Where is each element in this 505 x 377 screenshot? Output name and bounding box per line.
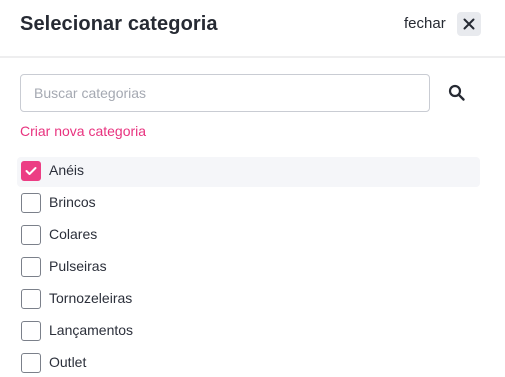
category-checkbox[interactable] (21, 161, 41, 181)
category-item-aneis[interactable]: Anéis (0, 155, 505, 187)
category-checkbox[interactable] (21, 289, 41, 309)
category-item-brincos[interactable]: Brincos (0, 187, 505, 219)
category-select-modal: Selecionar categoria fechar Criar nova c… (0, 0, 505, 377)
category-item-lancamentos[interactable]: Lançamentos (0, 315, 505, 347)
modal-title: Selecionar categoria (20, 13, 218, 35)
category-label: Lançamentos (49, 322, 134, 338)
category-label: Colares (49, 226, 98, 242)
category-checkbox[interactable] (21, 353, 41, 373)
modal-header: Selecionar categoria fechar (0, 0, 505, 58)
close-button[interactable] (457, 12, 481, 36)
search-icon (448, 84, 465, 101)
category-item-pulseiras[interactable]: Pulseiras (0, 251, 505, 283)
category-item-tornozeleiras[interactable]: Tornozeleiras (0, 283, 505, 315)
category-label: Brincos (49, 194, 96, 210)
check-icon (25, 167, 37, 175)
search-button[interactable] (446, 82, 468, 104)
category-checkbox[interactable] (21, 257, 41, 277)
search-input[interactable] (20, 74, 430, 112)
category-label: Pulseiras (49, 258, 107, 274)
category-label: Anéis (49, 162, 85, 178)
category-label: Tornozeleiras (49, 290, 133, 306)
category-item-outlet[interactable]: Outlet (0, 347, 505, 377)
category-checkbox[interactable] (21, 321, 41, 341)
close-label[interactable]: fechar (404, 15, 446, 33)
create-category-link[interactable]: Criar nova categoria (20, 123, 146, 139)
category-item-colares[interactable]: Colares (0, 219, 505, 251)
category-checkbox[interactable] (21, 225, 41, 245)
category-checkbox[interactable] (21, 193, 41, 213)
category-label: Outlet (49, 354, 87, 370)
category-list: Anéis Brincos Colares Pulseiras Tornozel… (0, 155, 505, 377)
close-icon (463, 18, 475, 30)
